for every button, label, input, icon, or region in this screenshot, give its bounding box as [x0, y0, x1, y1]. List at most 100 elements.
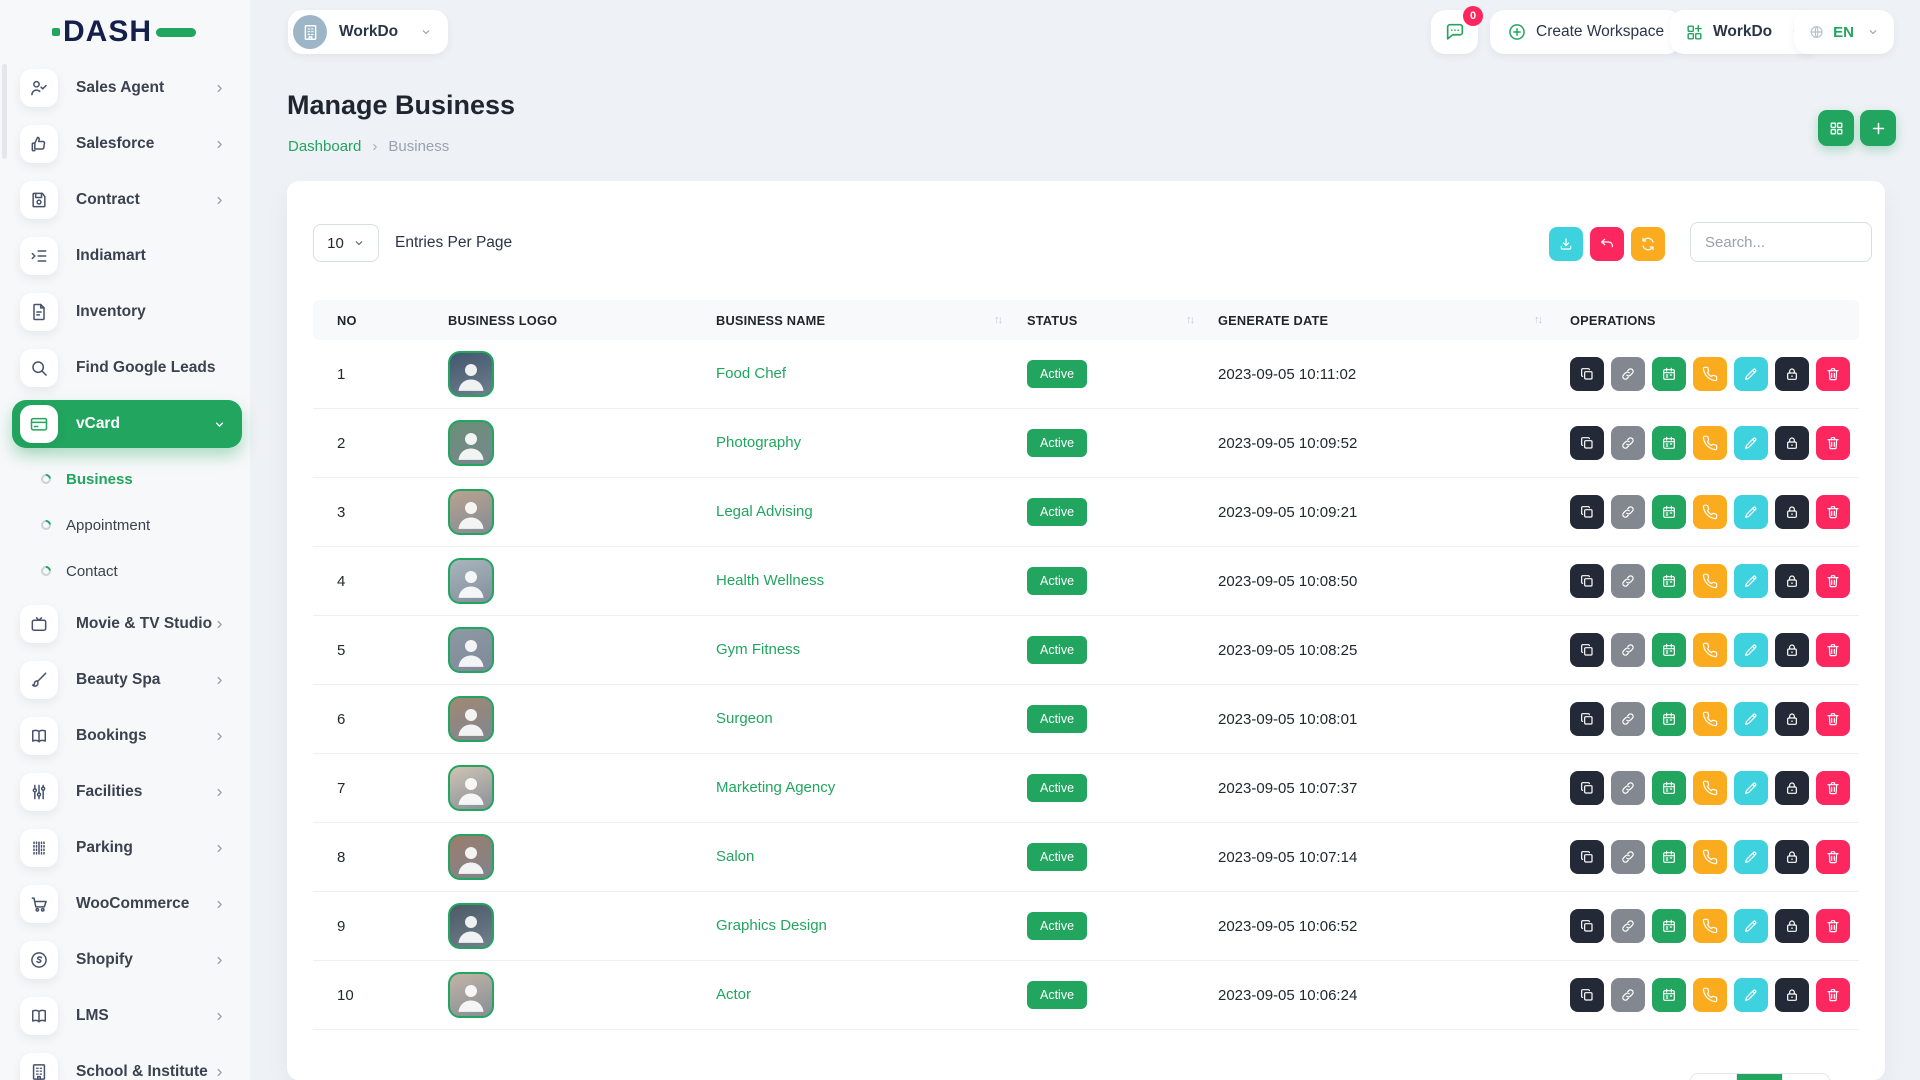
contact-button[interactable] [1693, 840, 1727, 874]
sidebar-item-facilities[interactable]: Facilities [12, 768, 242, 816]
column-header-business-name[interactable]: BUSINESS NAME [716, 313, 1013, 328]
business-logo[interactable] [448, 834, 494, 880]
sidebar-item-salesforce[interactable]: Salesforce [12, 120, 242, 168]
search-input[interactable] [1690, 222, 1872, 262]
duplicate-button[interactable] [1570, 633, 1604, 667]
appointment-button[interactable] [1652, 564, 1686, 598]
delete-button[interactable] [1816, 978, 1850, 1012]
link-button[interactable] [1611, 564, 1645, 598]
business-name-link[interactable]: Salon [716, 848, 754, 865]
business-logo[interactable] [448, 420, 494, 466]
business-name-link[interactable]: Actor [716, 986, 751, 1003]
contact-button[interactable] [1693, 771, 1727, 805]
delete-button[interactable] [1816, 426, 1850, 460]
delete-button[interactable] [1816, 495, 1850, 529]
delete-button[interactable] [1816, 840, 1850, 874]
appointment-button[interactable] [1652, 633, 1686, 667]
password-button[interactable] [1775, 357, 1809, 391]
contact-button[interactable] [1693, 426, 1727, 460]
entries-per-page-select[interactable]: 10 [313, 224, 379, 262]
business-name-link[interactable]: Health Wellness [716, 572, 824, 589]
delete-button[interactable] [1816, 909, 1850, 943]
sidebar-item-beauty-spa[interactable]: Beauty Spa [12, 656, 242, 704]
sidebar-item-appointment[interactable]: Appointment [0, 502, 250, 548]
edit-button[interactable] [1734, 702, 1768, 736]
appointment-button[interactable] [1652, 771, 1686, 805]
appointment-button[interactable] [1652, 909, 1686, 943]
link-button[interactable] [1611, 840, 1645, 874]
export-button[interactable] [1549, 227, 1583, 261]
password-button[interactable] [1775, 702, 1809, 736]
business-logo[interactable] [448, 558, 494, 604]
contact-button[interactable] [1693, 357, 1727, 391]
duplicate-button[interactable] [1570, 564, 1604, 598]
edit-button[interactable] [1734, 771, 1768, 805]
sidebar-item-business[interactable]: Business [0, 456, 250, 502]
business-name-link[interactable]: Food Chef [716, 365, 786, 382]
appointment-button[interactable] [1652, 495, 1686, 529]
sidebar-item-woocommerce[interactable]: WooCommerce [12, 880, 242, 928]
edit-button[interactable] [1734, 840, 1768, 874]
sidebar-item-parking[interactable]: Parking [12, 824, 242, 872]
business-logo[interactable] [448, 489, 494, 535]
password-button[interactable] [1775, 978, 1809, 1012]
view-toggle-button[interactable] [1818, 110, 1854, 146]
duplicate-button[interactable] [1570, 702, 1604, 736]
link-button[interactable] [1611, 978, 1645, 1012]
appointment-button[interactable] [1652, 840, 1686, 874]
link-button[interactable] [1611, 357, 1645, 391]
password-button[interactable] [1775, 495, 1809, 529]
edit-button[interactable] [1734, 495, 1768, 529]
delete-button[interactable] [1816, 564, 1850, 598]
breadcrumb-dashboard-link[interactable]: Dashboard [288, 138, 361, 155]
sidebar-item-inventory[interactable]: Inventory [12, 288, 242, 336]
password-button[interactable] [1775, 840, 1809, 874]
edit-button[interactable] [1734, 357, 1768, 391]
duplicate-button[interactable] [1570, 426, 1604, 460]
contact-button[interactable] [1693, 564, 1727, 598]
pagination-previous[interactable]: ‹ [1691, 1074, 1737, 1080]
reset-button[interactable] [1590, 227, 1624, 261]
duplicate-button[interactable] [1570, 495, 1604, 529]
contact-button[interactable] [1693, 633, 1727, 667]
duplicate-button[interactable] [1570, 978, 1604, 1012]
sidebar-item-sales-agent[interactable]: Sales Agent [12, 64, 242, 112]
business-logo[interactable] [448, 972, 494, 1018]
pagination-page-1[interactable]: 1 [1737, 1074, 1783, 1080]
password-button[interactable] [1775, 771, 1809, 805]
sidebar-item-vcard[interactable]: vCard [12, 400, 242, 448]
delete-button[interactable] [1816, 357, 1850, 391]
link-button[interactable] [1611, 633, 1645, 667]
business-name-link[interactable]: Photography [716, 434, 801, 451]
password-button[interactable] [1775, 564, 1809, 598]
messages-button[interactable]: 0 [1431, 10, 1478, 54]
business-name-link[interactable]: Surgeon [716, 710, 773, 727]
add-business-button[interactable] [1860, 110, 1896, 146]
edit-button[interactable] [1734, 978, 1768, 1012]
sidebar-item-indiamart[interactable]: Indiamart [12, 232, 242, 280]
column-header-status[interactable]: STATUS [1013, 313, 1205, 328]
business-name-link[interactable]: Graphics Design [716, 917, 827, 934]
link-button[interactable] [1611, 909, 1645, 943]
business-name-link[interactable]: Marketing Agency [716, 779, 835, 796]
sidebar-item-movie-tv-studio[interactable]: Movie & TV Studio [12, 600, 242, 648]
sidebar-item-school-institute[interactable]: School & Institute [12, 1048, 242, 1080]
sidebar-item-contract[interactable]: Contract [12, 176, 242, 224]
business-logo[interactable] [448, 765, 494, 811]
duplicate-button[interactable] [1570, 840, 1604, 874]
edit-button[interactable] [1734, 909, 1768, 943]
sidebar-item-shopify[interactable]: Shopify [12, 936, 242, 984]
sidebar-item-bookings[interactable]: Bookings [12, 712, 242, 760]
sidebar-item-lms[interactable]: LMS [12, 992, 242, 1040]
refresh-button[interactable] [1631, 227, 1665, 261]
sidebar-item-find-google-leads[interactable]: Find Google Leads [12, 344, 242, 392]
delete-button[interactable] [1816, 771, 1850, 805]
create-workspace-button[interactable]: Create Workspace [1490, 10, 1681, 54]
appointment-button[interactable] [1652, 702, 1686, 736]
contact-button[interactable] [1693, 978, 1727, 1012]
contact-button[interactable] [1693, 909, 1727, 943]
language-button[interactable]: EN [1794, 10, 1894, 54]
business-logo[interactable] [448, 627, 494, 673]
contact-button[interactable] [1693, 495, 1727, 529]
link-button[interactable] [1611, 426, 1645, 460]
